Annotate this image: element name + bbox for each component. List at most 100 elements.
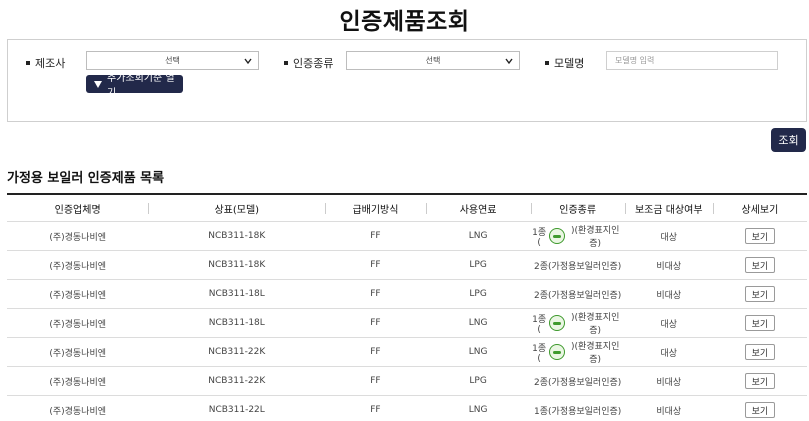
header-cert-type: 인증종류	[530, 195, 625, 221]
manufacturer-select-value: 선택	[165, 56, 180, 65]
model-cell: NCB311-18K	[208, 231, 266, 241]
chevron-down-icon	[505, 58, 513, 65]
cert-type-suffix: )(환경표지인증)	[570, 313, 620, 336]
detail-cell: 보기	[713, 309, 807, 337]
header-company: 인증업체명	[54, 204, 101, 216]
model-cell: NCB311-22K	[208, 347, 266, 357]
company-cell: (주)경동나비엔	[49, 261, 107, 272]
cert-type-cell: 2종(가정용보일러인증)	[531, 280, 625, 308]
fuel-cell: LNG	[468, 405, 488, 415]
exhaust-cell: FF	[370, 376, 381, 386]
table-body: (주)경동나비엔 NCB311-18K FF LNG 1종()(환경표지인증) 대상 보기(…	[7, 222, 807, 421]
cert-type-cell: 1종( )(환경표지인증)	[531, 309, 625, 337]
cert-type-prefix: 1종(	[532, 343, 547, 364]
toggle-advanced-search-button[interactable]: 추가조회기준 열기	[86, 73, 183, 99]
view-detail-button[interactable]: 보기	[744, 286, 775, 302]
header-subsidy: 보조금 대상여부	[624, 195, 713, 221]
view-detail-button[interactable]: 보기	[744, 344, 775, 360]
exhaust-cell: FF	[370, 289, 381, 299]
cert-type-cell: 2종(가정용보일러인증)	[531, 367, 625, 395]
detail-cell: 보기	[713, 280, 807, 308]
company-cell: (주)경동나비엔	[49, 319, 107, 330]
cert-type-suffix: )(환경표지인증)	[570, 342, 620, 365]
bullet-icon	[545, 61, 549, 65]
subsidy-cell: 비대상	[656, 377, 682, 388]
cert-type-label: 인증종류	[284, 55, 333, 71]
fuel-cell: LPG	[469, 376, 487, 386]
manufacturer-label: 제조사	[26, 55, 65, 71]
eco-label-icon	[548, 344, 565, 360]
view-detail-button[interactable]: 보기	[744, 373, 775, 389]
model-cell: NCB311-22L	[208, 405, 265, 415]
eco-label-icon	[548, 228, 565, 244]
fuel-cell: LNG	[468, 318, 488, 328]
model-input[interactable]: 모델명 입력	[606, 51, 778, 70]
search-button[interactable]: 조회	[771, 128, 806, 152]
view-detail-button[interactable]: 보기	[744, 315, 775, 331]
bullet-icon	[26, 61, 30, 65]
exhaust-cell: FF	[370, 405, 381, 415]
subsidy-cell: 비대상	[656, 406, 682, 417]
subsidy-cell: 비대상	[656, 261, 682, 272]
detail-cell: 보기	[713, 367, 807, 395]
cert-type-prefix: 1종(가정용보일러인증)	[534, 406, 622, 417]
exhaust-cell: FF	[370, 347, 381, 357]
subsidy-cell: 대상	[660, 348, 678, 359]
detail-cell: 보기	[713, 251, 807, 279]
cert-type-prefix: 2종(가정용보일러인증)	[534, 290, 622, 301]
table-row: (주)경동나비엔 NCB311-18K FF LNG 1종()(환경표지인증) 대상 보기	[7, 222, 807, 251]
header-exhaust: 급배기방식	[325, 195, 425, 221]
company-cell: (주)경동나비엔	[49, 406, 107, 417]
model-cell: NCB311-18L	[208, 318, 265, 328]
exhaust-cell: FF	[370, 318, 381, 328]
table-row: (주)경동나비엔 NCB311-18L FF LPG 2종(가정용보일러인증) 비대상 보기	[7, 280, 807, 309]
model-input-placeholder: 모델명 입력	[615, 56, 655, 65]
subsidy-cell: 대상	[660, 232, 678, 243]
model-cell: NCB311-22K	[208, 376, 266, 386]
view-detail-button[interactable]: 보기	[744, 402, 775, 418]
section-title: 가정용 보일러 인증제품 목록	[7, 171, 165, 186]
fuel-cell: LNG	[468, 347, 488, 357]
header-model: 상표(모델)	[148, 195, 325, 221]
header-fuel: 사용연료	[425, 195, 531, 221]
cert-type-prefix: 2종(가정용보일러인증)	[534, 377, 622, 388]
cert-type-cell: 1종( )(환경표지인증)	[531, 338, 625, 366]
fuel-cell: LNG	[468, 231, 488, 241]
product-table: 인증업체명 상표(모델) 급배기방식 사용연료 인증종류 보조금 대상여부 상세…	[7, 193, 807, 421]
model-cell: NCB311-18L	[208, 289, 265, 299]
table-row: (주)경동나비엔 NCB311-18K FF LPG 2종(가정용보일러인증) 비대상 보기	[7, 251, 807, 280]
table-row: (주)경동나비엔 NCB311-22L FF LNG 1종(가정용보일러인증) 비대상 보기	[7, 396, 807, 421]
manufacturer-select[interactable]: 선택	[86, 51, 259, 70]
view-detail-button[interactable]: 보기	[744, 257, 775, 273]
table-row: (주)경동나비엔 NCB311-22K FF LPG 2종(가정용보일러인증) 비대상 보기	[7, 367, 807, 396]
cert-type-select[interactable]: 선택	[346, 51, 520, 70]
eco-label-icon	[548, 315, 565, 331]
table-row: (주)경동나비엔 NCB311-18L FF LNG 1종( )(환경표지인증) 대상 보기	[7, 309, 807, 338]
cert-type-suffix: )(환경표지인증)	[570, 226, 620, 249]
fuel-cell: LPG	[469, 260, 487, 270]
cert-type-cell: 2종(가정용보일러인증)	[531, 251, 625, 279]
detail-cell: 보기	[713, 338, 807, 366]
cert-type-cell: 1종( )(환경표지인증)	[531, 222, 625, 250]
triangle-down-icon	[94, 80, 102, 88]
detail-cell: 보기	[713, 222, 807, 250]
table-header-row: 인증업체명 상표(모델) 급배기방식 사용연료 인증종류 보조금 대상여부 상세…	[7, 195, 807, 222]
fuel-cell: LPG	[469, 289, 487, 299]
bullet-icon	[284, 61, 288, 65]
cert-type-prefix: 1종(	[532, 314, 547, 335]
toggle-advanced-search-label: 추가조회기준 열기	[107, 73, 175, 99]
cert-type-prefix: 2종(가정용보일러인증)	[534, 261, 622, 272]
search-panel: 제조사 선택 인증종류 선택 모델명 모델명 입력 추가조회기준 열기	[7, 39, 807, 122]
cert-type-label-text: 인증종류	[293, 57, 334, 70]
company-cell: (주)경동나비엔	[49, 348, 107, 359]
model-label-text: 모델명	[554, 57, 585, 70]
cert-type-select-value: 선택	[425, 56, 441, 65]
view-detail-button[interactable]: 보기	[744, 228, 775, 244]
subsidy-cell: 대상	[660, 319, 678, 330]
cert-type-cell: 1종(가정용보일러인증)	[531, 396, 625, 421]
exhaust-cell: FF	[370, 231, 381, 241]
model-cell: NCB311-18K	[208, 260, 266, 270]
company-cell: (주)경동나비엔	[49, 290, 107, 301]
company-cell: (주)경동나비엔	[49, 377, 107, 388]
cert-type-prefix: 1종(	[532, 227, 547, 248]
